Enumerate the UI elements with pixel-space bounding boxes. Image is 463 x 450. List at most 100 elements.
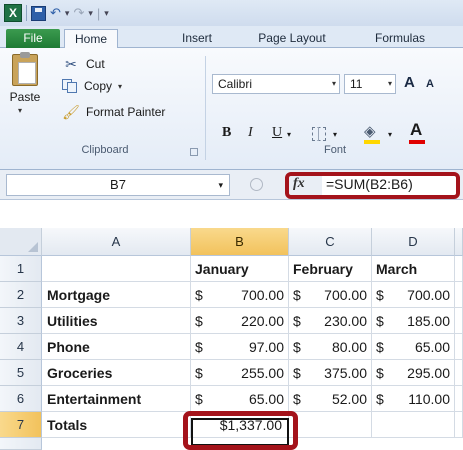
tab-page-layout[interactable]: Page Layout — [252, 29, 332, 48]
tab-insert[interactable]: Insert — [172, 29, 222, 48]
tab-home[interactable]: Home — [64, 29, 118, 49]
cell-d5[interactable]: $295.00 — [372, 360, 455, 386]
column-header-e[interactable] — [455, 228, 463, 256]
cell-a1[interactable] — [42, 256, 191, 282]
font-color-icon[interactable]: A — [410, 120, 422, 140]
column-header-c[interactable]: C — [289, 228, 372, 256]
cell-e2[interactable] — [455, 282, 463, 308]
cell-d1[interactable]: March — [372, 256, 455, 282]
currency-symbol: $ — [293, 287, 301, 303]
cell-a3[interactable]: Utilities — [42, 308, 191, 334]
cell-b1[interactable]: January — [191, 256, 289, 282]
row-header-2[interactable]: 2 — [0, 282, 42, 308]
undo-icon[interactable]: ↶ — [50, 5, 61, 21]
paste-icon[interactable] — [12, 52, 38, 86]
borders-caret-icon[interactable]: ▾ — [333, 130, 337, 139]
paste-caret-icon[interactable]: ▾ — [18, 106, 22, 115]
currency-symbol: $ — [195, 287, 203, 303]
cell-b3[interactable]: $220.00 — [191, 308, 289, 334]
currency-symbol: $ — [293, 365, 301, 381]
row-header-5[interactable]: 5 — [0, 360, 42, 386]
row-header-3[interactable]: 3 — [0, 308, 42, 334]
format-painter-button[interactable]: 🖌 Format Painter — [62, 102, 165, 122]
ribbon: Paste ▾ ✂ Cut Copy ▾ 🖌 Format Painter Cl… — [0, 48, 463, 170]
cell-d4[interactable]: $65.00 — [372, 334, 455, 360]
cell-b5[interactable]: $255.00 — [191, 360, 289, 386]
cell-a6[interactable]: Entertainment — [42, 386, 191, 412]
name-box[interactable]: B7 ▾ — [6, 174, 230, 196]
save-icon[interactable] — [31, 5, 46, 21]
italic-button[interactable]: I — [248, 125, 253, 141]
row-header-7[interactable]: 7 — [0, 412, 42, 438]
cell-d3[interactable]: $185.00 — [372, 308, 455, 334]
cell-d7[interactable] — [372, 412, 455, 438]
column-header-d[interactable]: D — [372, 228, 455, 256]
underline-caret-icon[interactable]: ▾ — [287, 130, 291, 139]
cell-c2[interactable]: $700.00 — [289, 282, 372, 308]
shrink-font-icon[interactable]: A — [426, 78, 434, 90]
cell-value: 65.00 — [414, 339, 450, 355]
fill-color-caret-icon[interactable]: ▾ — [388, 130, 392, 139]
customize-caret-icon[interactable]: ▾ — [104, 8, 109, 19]
redo-caret-icon[interactable]: ▾ — [88, 8, 93, 19]
cell-a4[interactable]: Phone — [42, 334, 191, 360]
cell-c4[interactable]: $80.00 — [289, 334, 372, 360]
ribbon-tab-bar: File Home Insert Page Layout Formulas — [0, 26, 463, 49]
underline-button[interactable]: U — [272, 125, 282, 141]
currency-symbol: $ — [293, 313, 301, 329]
undo-caret-icon[interactable]: ▾ — [65, 8, 70, 19]
row-header-8[interactable] — [0, 438, 42, 450]
excel-logo-icon[interactable]: X — [4, 4, 22, 22]
cell-a5[interactable]: Groceries — [42, 360, 191, 386]
cell-c6[interactable]: $52.00 — [289, 386, 372, 412]
cell-e7[interactable] — [455, 412, 463, 438]
tab-formulas[interactable]: Formulas — [368, 29, 432, 48]
cell-c3[interactable]: $230.00 — [289, 308, 372, 334]
toolbar-separator — [26, 5, 27, 21]
format-painter-label: Format Painter — [86, 105, 166, 119]
cell-a2[interactable]: Mortgage — [42, 282, 191, 308]
font-name-caret-icon[interactable]: ▾ — [332, 75, 336, 93]
cell-e3[interactable] — [455, 308, 463, 334]
cell-value: 700.00 — [241, 287, 284, 303]
cell-b4[interactable]: $97.00 — [191, 334, 289, 360]
cell-a7[interactable]: Totals — [42, 412, 191, 438]
redo-icon[interactable]: ↷ — [73, 5, 84, 21]
cell-c7[interactable] — [289, 412, 372, 438]
cell-b6[interactable]: $65.00 — [191, 386, 289, 412]
copy-icon — [62, 79, 78, 93]
cell-c1[interactable]: February — [289, 256, 372, 282]
cell-d2[interactable]: $700.00 — [372, 282, 455, 308]
cell-c5[interactable]: $375.00 — [289, 360, 372, 386]
fill-color-icon[interactable]: ◈ — [364, 122, 376, 140]
currency-symbol: $ — [195, 365, 203, 381]
font-size-caret-icon[interactable]: ▾ — [388, 75, 392, 93]
cell-e1[interactable] — [455, 256, 463, 282]
paste-button[interactable]: Paste — [2, 90, 48, 104]
row-header-6[interactable]: 6 — [0, 386, 42, 412]
cell-d6[interactable]: $110.00 — [372, 386, 455, 412]
font-name-select[interactable]: Calibri ▾ — [212, 74, 340, 94]
column-header-b[interactable]: B — [191, 228, 289, 256]
row-header-4[interactable]: 4 — [0, 334, 42, 360]
clipboard-launcher-icon[interactable] — [190, 148, 198, 156]
select-all-corner[interactable] — [0, 228, 42, 256]
name-box-caret-icon[interactable]: ▾ — [218, 175, 223, 195]
bold-button[interactable]: B — [222, 125, 231, 141]
cell-value: 110.00 — [408, 391, 450, 407]
copy-caret-icon[interactable]: ▾ — [118, 82, 122, 91]
cell-e6[interactable] — [455, 386, 463, 412]
grow-font-icon[interactable]: A — [404, 74, 415, 91]
cell-e4[interactable] — [455, 334, 463, 360]
borders-icon[interactable] — [312, 127, 326, 141]
cancel-icon[interactable] — [250, 178, 263, 191]
cell-e5[interactable] — [455, 360, 463, 386]
row-header-1[interactable]: 1 — [0, 256, 42, 282]
copy-button[interactable]: Copy ▾ — [62, 76, 122, 96]
font-size-select[interactable]: 11 ▾ — [344, 74, 396, 94]
column-header-a[interactable]: A — [42, 228, 191, 256]
currency-symbol: $ — [376, 391, 384, 407]
tab-file[interactable]: File — [6, 29, 60, 48]
cell-b2[interactable]: $700.00 — [191, 282, 289, 308]
cut-button[interactable]: ✂ Cut — [62, 54, 105, 74]
